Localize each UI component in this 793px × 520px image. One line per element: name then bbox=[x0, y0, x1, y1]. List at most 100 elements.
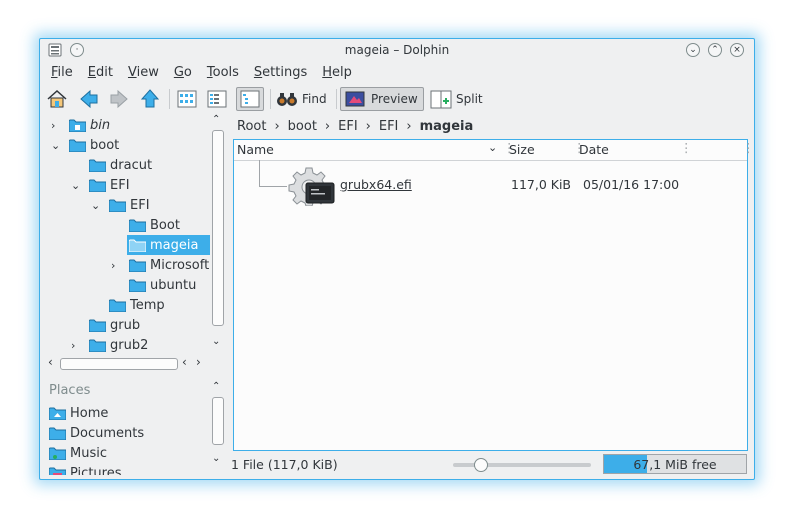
file-view[interactable]: Name ⌄ ⋮ Size ⋮ Date ⋮ ⋮ grubx64.efi 117… bbox=[233, 139, 755, 451]
places-vertical-scrollbar[interactable] bbox=[212, 397, 224, 445]
tree-label: mageia bbox=[150, 237, 199, 253]
places-item-music[interactable]: Music bbox=[49, 443, 107, 463]
tree-item-dracut[interactable]: dracut bbox=[89, 155, 152, 175]
column-divider[interactable]: ⋮ bbox=[742, 140, 755, 155]
back-button[interactable] bbox=[78, 87, 100, 111]
menu-edit[interactable]: Edit bbox=[81, 63, 121, 85]
forward-button[interactable] bbox=[108, 87, 130, 111]
main-toolbar: Find Preview Split bbox=[44, 85, 750, 113]
menu-bar: File Edit View Go Tools Settings Help bbox=[44, 63, 360, 85]
home-button[interactable] bbox=[46, 87, 68, 111]
scroll-up-icon[interactable]: ⌃ bbox=[212, 114, 220, 125]
arrow-up-icon bbox=[140, 89, 160, 108]
scroll-down-icon[interactable]: ⌄ bbox=[212, 336, 220, 347]
music-folder-icon bbox=[49, 447, 66, 460]
breadcrumb-item[interactable]: boot bbox=[284, 119, 321, 134]
minimize-button[interactable]: ⌄ bbox=[686, 43, 700, 57]
places-item-documents[interactable]: Documents bbox=[49, 423, 144, 443]
breadcrumb-item[interactable]: Root bbox=[233, 119, 270, 134]
breadcrumb-current[interactable]: mageia bbox=[416, 119, 478, 134]
tree-vertical-scrollbar[interactable] bbox=[212, 130, 224, 326]
preview-button[interactable]: Preview bbox=[340, 87, 424, 111]
file-row[interactable]: grubx64.efi 117,0 KiB 05/01/16 17:00 bbox=[288, 166, 748, 206]
scroll-right-icon[interactable]: › bbox=[196, 355, 201, 369]
tree-item-efi[interactable]: ⌄ EFI bbox=[71, 175, 130, 195]
tree-item-grub[interactable]: grub bbox=[89, 315, 140, 335]
column-name[interactable]: Name bbox=[237, 142, 274, 157]
icons-view-icon bbox=[177, 90, 197, 108]
breadcrumb-separator-icon: › bbox=[274, 118, 280, 134]
breadcrumb-item[interactable]: EFI bbox=[334, 119, 362, 134]
toolbar-separator bbox=[336, 89, 337, 109]
close-button[interactable]: × bbox=[730, 43, 744, 57]
home-icon bbox=[47, 89, 67, 108]
tree-label: EFI bbox=[130, 197, 150, 213]
expand-arrow-icon[interactable]: › bbox=[71, 339, 75, 352]
compact-view-button[interactable] bbox=[206, 87, 228, 111]
folder-icon bbox=[89, 179, 106, 192]
title-bar[interactable]: · mageia – Dolphin ⌄ ⌃ × bbox=[40, 39, 754, 63]
tree-horizontal-scrollbar[interactable] bbox=[60, 358, 178, 370]
tree-label: Boot bbox=[150, 217, 180, 233]
menu-settings[interactable]: Settings bbox=[247, 63, 315, 85]
tree-item-mageia[interactable]: mageia bbox=[127, 235, 210, 255]
dolphin-window: · mageia – Dolphin ⌄ ⌃ × File Edit View … bbox=[39, 38, 755, 480]
pictures-folder-icon bbox=[49, 467, 66, 475]
places-label: Pictures bbox=[70, 465, 122, 476]
tree-item-efi-inner[interactable]: ⌄ EFI bbox=[91, 195, 150, 215]
arrow-left-icon bbox=[80, 89, 98, 109]
breadcrumb-separator-icon: › bbox=[406, 118, 412, 134]
menu-tools[interactable]: Tools bbox=[200, 63, 247, 85]
free-space-bar[interactable]: 67,1 MiB free bbox=[603, 454, 747, 474]
menu-file[interactable]: File bbox=[44, 63, 81, 85]
menu-go[interactable]: Go bbox=[167, 63, 200, 85]
arrow-right-icon bbox=[110, 89, 128, 109]
tree-item-boot[interactable]: ⌄ boot bbox=[51, 135, 119, 155]
menu-view[interactable]: View bbox=[121, 63, 167, 85]
find-button[interactable]: Find bbox=[276, 87, 327, 111]
breadcrumb-separator-icon: › bbox=[365, 118, 371, 134]
column-date[interactable]: Date bbox=[579, 142, 609, 157]
places-item-pictures[interactable]: Pictures bbox=[49, 463, 121, 475]
tree-connector-line bbox=[259, 186, 287, 187]
scroll-down-icon[interactable]: ⌄ bbox=[212, 453, 220, 464]
collapse-arrow-icon[interactable]: ⌄ bbox=[91, 199, 100, 212]
menu-help[interactable]: Help bbox=[315, 63, 360, 85]
file-size: 117,0 KiB bbox=[511, 177, 572, 192]
column-divider[interactable]: ⋮ bbox=[680, 140, 693, 155]
documents-folder-icon bbox=[49, 427, 66, 440]
maximize-button[interactable]: ⌃ bbox=[708, 43, 722, 57]
breadcrumb-item[interactable]: EFI bbox=[375, 119, 403, 134]
preview-icon bbox=[345, 91, 365, 107]
folder-icon bbox=[89, 159, 106, 172]
tree-item-grub2[interactable]: › grub2 bbox=[71, 335, 148, 355]
scroll-left-icon[interactable]: ‹ bbox=[182, 355, 187, 369]
tree-item-ubuntu[interactable]: ubuntu bbox=[129, 275, 196, 295]
places-item-home[interactable]: Home bbox=[49, 403, 108, 423]
tree-label: dracut bbox=[110, 157, 153, 173]
scroll-up-icon[interactable]: ⌃ bbox=[212, 381, 220, 392]
tree-item-boot-efi[interactable]: Boot bbox=[129, 215, 180, 235]
column-size[interactable]: Size bbox=[509, 142, 535, 157]
breadcrumb-separator-icon: › bbox=[324, 118, 331, 134]
collapse-arrow-icon[interactable]: ⌄ bbox=[51, 139, 60, 152]
sort-arrow-icon[interactable]: ⌄ bbox=[488, 141, 497, 154]
places-label: Home bbox=[70, 405, 109, 421]
expand-arrow-icon[interactable]: › bbox=[51, 119, 55, 132]
tree-item-temp[interactable]: Temp bbox=[109, 295, 165, 315]
split-button[interactable]: Split bbox=[430, 87, 483, 111]
compact-view-icon bbox=[207, 90, 227, 108]
expand-arrow-icon[interactable]: › bbox=[111, 259, 115, 272]
collapse-arrow-icon[interactable]: ⌄ bbox=[71, 179, 80, 192]
split-label: Split bbox=[456, 92, 483, 106]
file-name[interactable]: grubx64.efi bbox=[340, 177, 412, 192]
up-button[interactable] bbox=[139, 87, 161, 111]
zoom-slider-handle[interactable] bbox=[474, 458, 488, 472]
tree-item-microsoft[interactable]: › Microsoft bbox=[111, 255, 209, 275]
status-bar: 1 File (117,0 KiB) 67,1 MiB free bbox=[231, 453, 751, 477]
scroll-left-icon[interactable]: ‹ bbox=[48, 355, 53, 369]
folder-icon bbox=[89, 339, 106, 352]
icons-view-button[interactable] bbox=[176, 87, 198, 111]
details-view-button[interactable] bbox=[236, 87, 264, 111]
tree-item-bin[interactable]: › bin bbox=[51, 115, 110, 135]
